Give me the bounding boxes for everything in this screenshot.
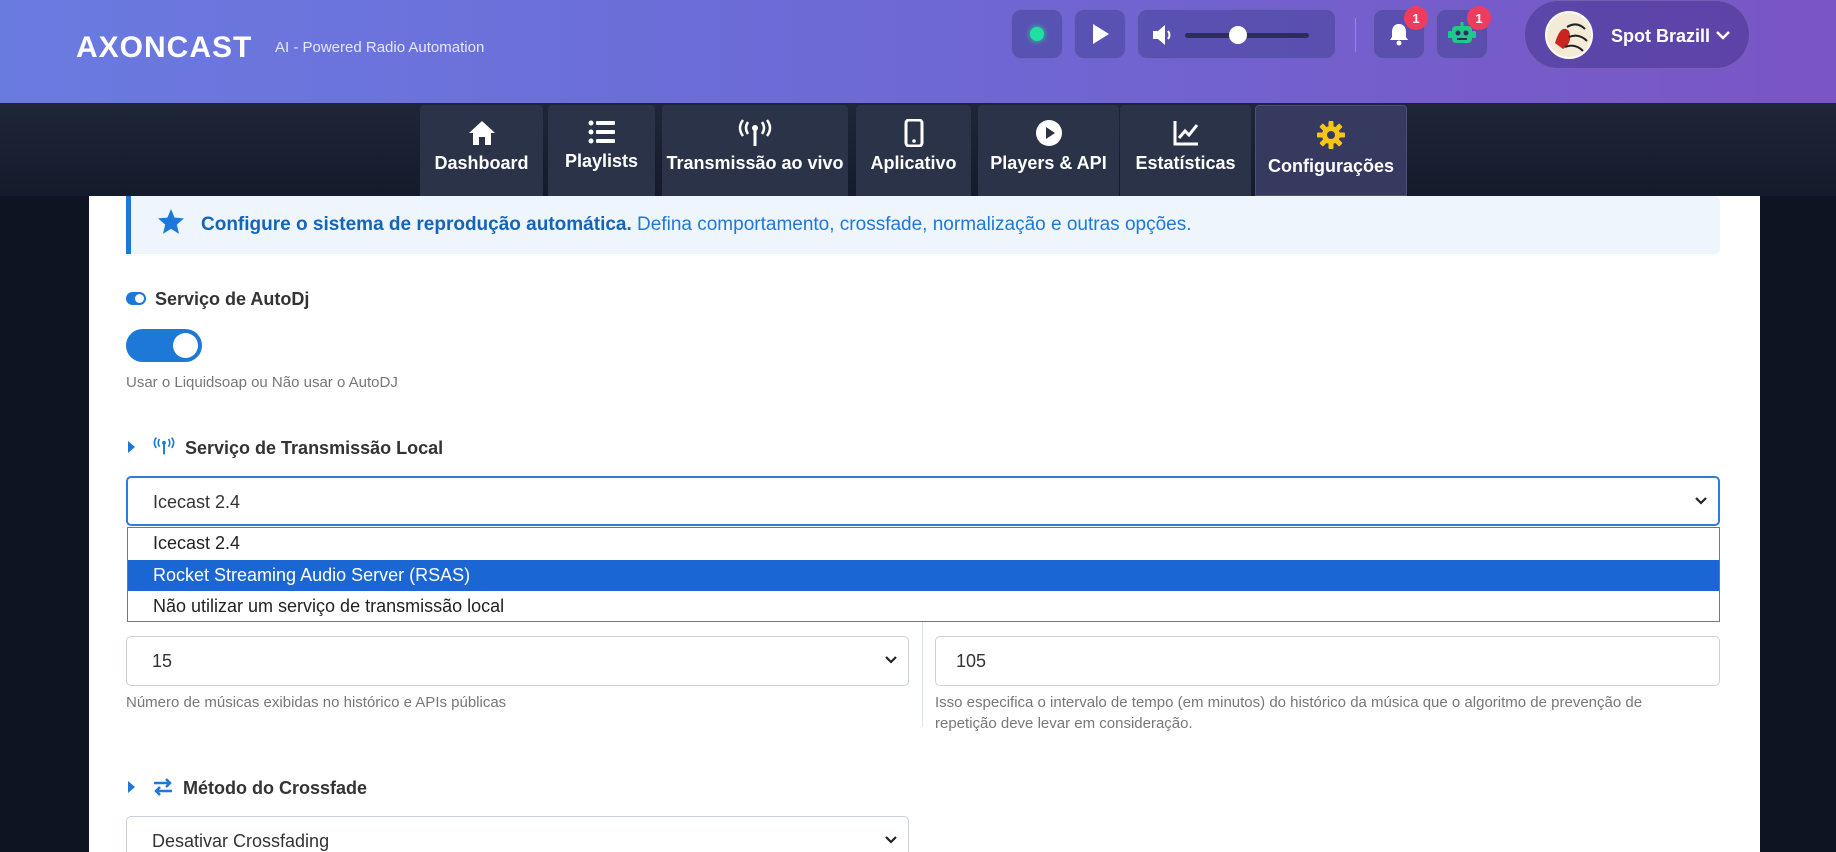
main-nav: Dashboard Playlists Transmissão ao vivo … [0,103,1836,196]
tab-settings[interactable]: Configurações [1255,105,1407,196]
tab-app[interactable]: Aplicativo [856,105,971,196]
user-name: Spot Brazill [1611,26,1711,46]
status-indicator [1030,27,1044,41]
top-header: AXONCAST AI - Powered Radio Automation 1 [0,0,1836,103]
history-count-help: Número de músicas exibidas no histórico … [126,694,507,711]
page-gutter-right [1760,196,1836,852]
ai-assistant-button[interactable]: 1 [1436,6,1491,59]
repeat-interval-help: Isso especifica o intervalo de tempo (em… [935,694,1643,732]
chevron-down-icon [1716,31,1730,40]
chevron-down-icon [885,656,897,664]
brand-tagline: AI - Powered Radio Automation [275,39,485,56]
tab-dashboard[interactable]: Dashboard [420,105,543,196]
select-value: Desativar Crossfading [152,831,330,851]
chevron-down-icon [1695,497,1707,505]
tab-statistics[interactable]: Estatísticas [1120,105,1251,196]
gear-icon [1317,121,1345,149]
notifications-button[interactable]: 1 [1373,6,1428,59]
home-icon [468,121,495,145]
tab-label: Transmissão ao vivo [666,153,844,173]
caret-right-icon[interactable] [128,441,135,453]
phone-icon [904,119,923,147]
play-button[interactable] [1074,9,1126,59]
volume-icon [1153,25,1171,45]
brand-logo[interactable]: AXONCAST [76,31,252,65]
history-count-select[interactable]: 15 [126,636,909,686]
option-none[interactable]: Não utilizar um serviço de transmissão l… [128,591,1719,622]
option-icecast[interactable]: Icecast 2.4 [128,528,1719,559]
autodj-help: Usar o Liquidsoap ou Não usar o AutoDJ [126,374,398,391]
tab-live-broadcast[interactable]: Transmissão ao vivo [662,105,848,196]
volume-slider-track[interactable] [1185,33,1309,38]
crossfade-select[interactable]: Desativar Crossfading [126,816,909,852]
tab-label: Configurações [1267,156,1395,176]
star-icon [158,209,184,234]
broadcast-icon [153,437,175,455]
play-icon [1093,24,1109,44]
stream-status-button[interactable] [1011,9,1063,59]
volume-slider-handle[interactable] [1229,26,1247,44]
toggle-knob [173,333,198,358]
select-value: 15 [152,651,173,671]
info-alert: Configure o sistema de reprodução automá… [126,196,1720,254]
chevron-down-icon [885,836,897,844]
local-broadcast-label: Serviço de Transmissão Local [185,438,444,458]
select-value: Icecast 2.4 [153,492,241,512]
tab-playlists[interactable]: Playlists [548,105,655,196]
local-broadcast-options: Icecast 2.4 Rocket Streaming Audio Serve… [127,527,1720,622]
header-divider [1355,18,1356,52]
autodj-label: Serviço de AutoDj [155,289,310,309]
repeat-interval-input[interactable]: 105 [935,636,1720,686]
local-broadcast-select[interactable]: Icecast 2.4 [126,476,1720,526]
input-value: 105 [956,651,987,671]
tab-label: Playlists [564,151,639,171]
info-text: Configure o sistema de reprodução automá… [201,214,1192,236]
tab-label: Dashboard [434,153,529,173]
caret-right-icon[interactable] [128,781,135,793]
tab-label: Players & API [990,153,1107,173]
chart-icon [1173,121,1198,146]
ai-assistant-badge: 1 [1467,6,1491,30]
volume-control[interactable] [1137,9,1336,59]
play-circle-icon [1035,120,1062,146]
avatar [1545,11,1593,59]
user-menu[interactable]: Spot Brazill [1524,0,1750,69]
crossfade-label: Método do Crossfade [183,778,368,798]
list-icon [588,120,615,144]
info-bold-text: Configure o sistema de reprodução automá… [201,214,632,235]
tab-label: Estatísticas [1135,153,1236,173]
info-description: Defina comportamento, crossfade, normali… [631,214,1192,235]
tab-players-api[interactable]: Players & API [978,105,1119,196]
option-rsas[interactable]: Rocket Streaming Audio Server (RSAS) [128,560,1719,591]
exchange-icon [154,778,172,796]
toggle-icon [126,292,146,305]
broadcast-icon [738,119,772,146]
notifications-badge: 1 [1404,6,1428,30]
autodj-toggle[interactable] [126,329,202,362]
page-gutter-left [0,196,89,852]
tab-label: Aplicativo [870,153,957,173]
column-divider [922,622,923,727]
